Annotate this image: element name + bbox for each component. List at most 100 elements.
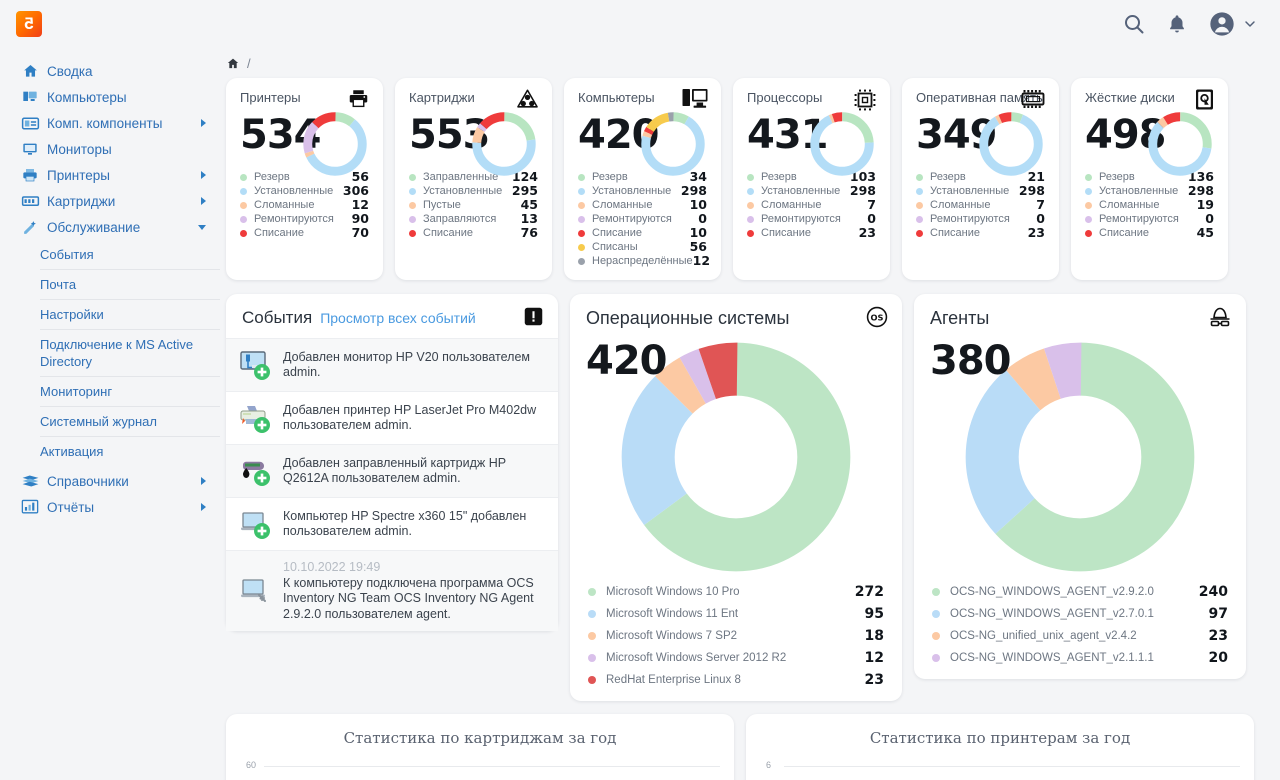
legend-value: 12 — [351, 197, 369, 212]
sidebar-item-components[interactable]: Комп. компоненты — [0, 110, 220, 136]
donut-chart-harddisks — [1144, 108, 1216, 185]
os-total: 420 — [586, 338, 667, 384]
chevron-down-icon[interactable] — [1242, 16, 1258, 32]
event-message: Добавлен заправленный картридж HP Q2612A… — [283, 455, 506, 486]
stat-card-printers[interactable]: Принтеры 534 Резерв 56 Установленные 306… — [226, 78, 383, 280]
legend-dot — [747, 201, 754, 209]
legend-row: Ремонтируются 90 — [240, 212, 369, 226]
legend-value: 10 — [689, 197, 707, 212]
legend-label: Ремонтируются — [592, 213, 672, 225]
legend-row: Ремонтируются 0 — [916, 212, 1045, 226]
chart-title: Статистика по принтерам за год — [869, 729, 1131, 747]
legend-dot — [240, 173, 247, 181]
sidebar-subitem-events[interactable]: События — [40, 240, 220, 270]
sidebar-item-directories[interactable]: Справочники — [0, 468, 220, 494]
legend-row: OCS-NG_unified_unix_agent_v2.4.2 23 — [932, 625, 1228, 647]
home-icon[interactable] — [226, 57, 240, 70]
bottom-charts-row: Статистика по картриджам за год 60 Стати… — [220, 701, 1280, 780]
events-panel: События Просмотр всех событий Добавлен м… — [226, 294, 558, 631]
sidebar-subitem-system-log[interactable]: Системный журнал — [40, 407, 220, 437]
sidebar-item-label: Картриджи — [47, 193, 116, 209]
sidebar-subitem-mail[interactable]: Почта — [40, 270, 220, 300]
event-text: Добавлен монитор HP V20 пользователем ad… — [283, 350, 544, 381]
legend-label: Установленные — [1099, 185, 1179, 197]
sidebar-item-label: Сводка — [47, 63, 93, 79]
event-list-item[interactable]: Добавлен заправленный картридж HP Q2612A… — [226, 444, 558, 497]
sidebar-subitem-monitoring[interactable]: Мониторинг — [40, 377, 220, 407]
event-list-item[interactable]: Добавлен принтер HP LaserJet Pro M402dw … — [226, 391, 558, 444]
os-icon: OS — [866, 306, 888, 333]
sidebar-subitem-settings[interactable]: Настройки — [40, 300, 220, 330]
search-icon[interactable] — [1122, 12, 1146, 36]
logo-area[interactable] — [0, 0, 220, 48]
legend-dot — [1085, 229, 1092, 237]
legend-row: Установленные 298 — [1085, 184, 1214, 198]
legend-row: Списаны 56 — [578, 240, 707, 254]
legend-label: Списание — [1099, 227, 1149, 239]
legend-label: Microsoft Windows 10 Pro — [606, 586, 740, 598]
legend-value: 272 — [854, 584, 884, 600]
event-list-item[interactable]: Добавлен монитор HP V20 пользователем ad… — [226, 338, 558, 391]
legend-dot — [916, 229, 923, 237]
y-axis-tick: 60 — [246, 760, 257, 770]
event-list-item[interactable]: Компьютер HP Spectre x360 15" добавлен п… — [226, 497, 558, 550]
legend-dot — [916, 201, 923, 209]
sidebar-item-reports[interactable]: Отчёты — [0, 494, 220, 520]
event-message: Добавлен монитор HP V20 пользователем ad… — [283, 349, 531, 380]
legend-dot — [932, 632, 940, 640]
legend-value: 240 — [1198, 584, 1228, 600]
operating-systems-panel: Операционные системы OS 420 Microsoft Wi… — [570, 294, 902, 701]
sidebar-item-computers[interactable]: Компьютеры — [0, 84, 220, 110]
legend-label: RedHat Enterprise Linux 8 — [606, 674, 741, 686]
sidebar-item-cartridges[interactable]: Картриджи — [0, 188, 220, 214]
legend-row: Ремонтируются 0 — [578, 212, 707, 226]
sidebar-subitem-ms-active-directory[interactable]: Подключение к MS Active Directory — [40, 330, 220, 377]
sidebar-item-printers[interactable]: Принтеры — [0, 162, 220, 188]
legend-label: Резерв — [761, 171, 797, 183]
legend-row: Microsoft Windows 7 SP2 18 — [588, 625, 884, 647]
chevron-right-icon — [201, 477, 206, 485]
cartridge-icon — [20, 192, 40, 210]
printer-year-stats-chart: Статистика по принтерам за год 6 — [746, 714, 1254, 780]
legend-dot — [578, 173, 585, 181]
legend-label: Сломанные — [592, 199, 653, 211]
stat-card-processors[interactable]: Процессоры 431 Резерв 103 Установленные … — [733, 78, 890, 280]
stat-card-harddisks[interactable]: Жёсткие диски 498 Резерв 136 Установленн… — [1071, 78, 1228, 280]
home-icon — [20, 62, 40, 80]
user-avatar-icon[interactable] — [1208, 10, 1236, 38]
sidebar-item-service[interactable]: Обслуживание — [0, 214, 220, 240]
legend-label: Microsoft Windows 11 Ent — [606, 608, 739, 620]
event-list-item[interactable]: 10.10.2022 19:49 К компьютеру подключена… — [226, 550, 558, 631]
sidebar-item-monitors[interactable]: Мониторы — [0, 136, 220, 162]
monitor-add-icon — [238, 348, 272, 382]
legend-row: Списание 23 — [747, 226, 876, 240]
stat-card-computers[interactable]: Компьютеры 420 Резерв 34 Установленные 2… — [564, 78, 721, 280]
event-message: Компьютер HP Spectre x360 15" добавлен п… — [283, 508, 527, 539]
legend-value: 90 — [351, 211, 369, 226]
legend-value: 298 — [849, 183, 876, 198]
breadcrumb: / — [220, 48, 1280, 78]
sidebar-subitem-activation[interactable]: Активация — [40, 437, 220, 466]
legend-value: 12 — [864, 650, 884, 666]
legend-label: Резерв — [930, 171, 966, 183]
bell-icon[interactable] — [1166, 13, 1188, 35]
stat-card-cartridges[interactable]: Картриджи 553 Заправленные 124 Установле… — [395, 78, 552, 280]
legend-dot — [240, 187, 247, 195]
agent-hat-icon — [1208, 306, 1232, 333]
legend-label: Нераспределённые — [592, 255, 693, 267]
stat-card-ram[interactable]: Оперативная память 349 Резерв 21 Установ… — [902, 78, 1059, 280]
printer-add-icon — [238, 401, 272, 435]
legend-dot — [578, 201, 585, 209]
legend-label: Резерв — [254, 171, 290, 183]
top-bar-actions — [1122, 10, 1280, 38]
legend-dot — [409, 215, 416, 223]
sidebar-item-svodka[interactable]: Сводка — [0, 58, 220, 84]
view-all-events-link[interactable]: Просмотр всех событий — [320, 310, 476, 326]
app-logo-icon[interactable] — [16, 11, 42, 37]
legend-value: 23 — [1027, 225, 1045, 240]
legend-value: 13 — [520, 211, 538, 226]
legend-dot — [588, 632, 596, 640]
legend-dot — [588, 676, 596, 684]
legend-dot — [588, 654, 596, 662]
legend-value: 295 — [511, 183, 538, 198]
